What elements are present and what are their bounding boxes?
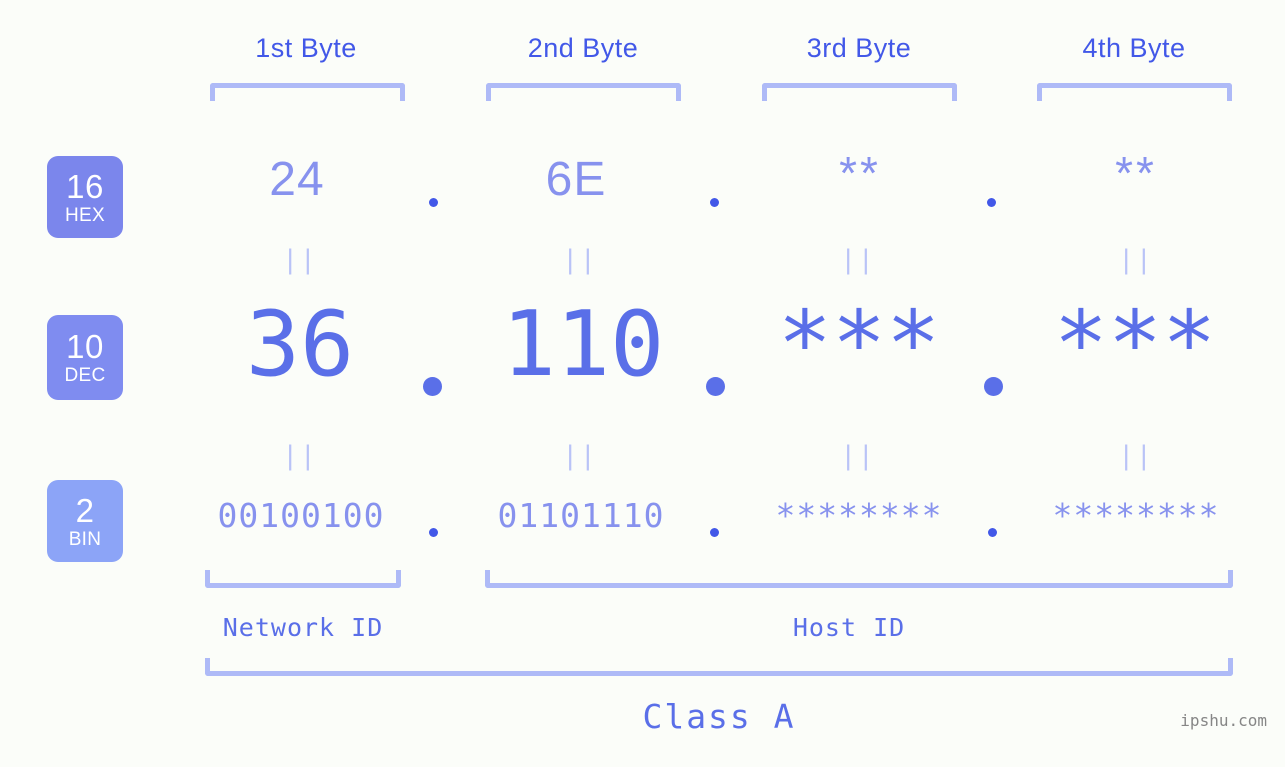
dec-dot-separator-2 [706, 377, 725, 396]
ip-byte-diagram: 1st Byte 2nd Byte 3rd Byte 4th Byte 16 H… [0, 0, 1285, 767]
dec-dot-separator-1 [423, 377, 442, 396]
equals-mark-hex-dec-2: || [562, 245, 598, 275]
hex-dot-separator-2 [710, 198, 719, 207]
byte-bracket-top-4 [1037, 83, 1232, 101]
bin-dot-separator-1 [429, 528, 438, 537]
site-watermark: ipshu.com [1180, 711, 1267, 730]
base-badge-bin-number: 2 [75, 491, 95, 529]
equals-mark-dec-bin-4: || [1118, 441, 1154, 471]
byte-header-1: 1st Byte [255, 33, 357, 63]
bin-byte-4: ******** [1052, 496, 1220, 535]
byte-header-4: 4th Byte [1082, 33, 1186, 63]
host-id-label: Host ID [792, 613, 906, 642]
byte-bracket-top-3 [762, 83, 957, 101]
equals-mark-dec-bin-1: || [282, 441, 318, 471]
hex-byte-4: ** [1115, 147, 1157, 199]
base-badge-dec: 10 DEC [47, 315, 123, 400]
base-badge-dec-number: 10 [66, 328, 104, 365]
equals-mark-hex-dec-1: || [282, 245, 318, 275]
bin-byte-1: 00100100 [217, 496, 385, 535]
dec-byte-1: 36 [245, 292, 355, 397]
byte-header-2: 2nd Byte [527, 33, 639, 63]
equals-mark-hex-dec-3: || [840, 245, 876, 275]
class-bracket [205, 658, 1233, 676]
equals-mark-hex-dec-4: || [1118, 245, 1154, 275]
base-badge-bin: 2 BIN [47, 480, 123, 562]
equals-mark-dec-bin-3: || [840, 441, 876, 471]
hex-dot-separator-3 [987, 198, 996, 207]
network-id-label: Network ID [222, 613, 384, 642]
bin-dot-separator-3 [988, 528, 997, 537]
dec-byte-2: 110 [501, 292, 665, 397]
dec-byte-3: *** [777, 292, 941, 397]
bin-byte-3: ******** [775, 496, 943, 535]
base-badge-bin-name: BIN [68, 528, 102, 550]
bin-byte-2: 01101110 [497, 496, 665, 535]
network-id-bracket [205, 570, 401, 588]
byte-bracket-top-2 [486, 83, 681, 101]
dec-dot-separator-3 [984, 377, 1003, 396]
bin-dot-separator-2 [710, 528, 719, 537]
byte-header-3: 3rd Byte [806, 33, 912, 63]
base-badge-hex: 16 HEX [47, 156, 123, 238]
hex-byte-2: 6E [545, 153, 607, 206]
hex-byte-3: ** [839, 147, 881, 199]
hex-byte-1: 24 [269, 153, 325, 206]
base-badge-hex-number: 16 [66, 167, 104, 205]
class-label: Class A [642, 697, 796, 736]
base-badge-dec-name: DEC [64, 365, 106, 386]
base-badge-hex-name: HEX [65, 204, 105, 226]
host-id-bracket [485, 570, 1233, 588]
byte-bracket-top-1 [210, 83, 405, 101]
equals-mark-dec-bin-2: || [562, 441, 598, 471]
dec-byte-4: *** [1053, 292, 1217, 397]
hex-dot-separator-1 [429, 198, 438, 207]
